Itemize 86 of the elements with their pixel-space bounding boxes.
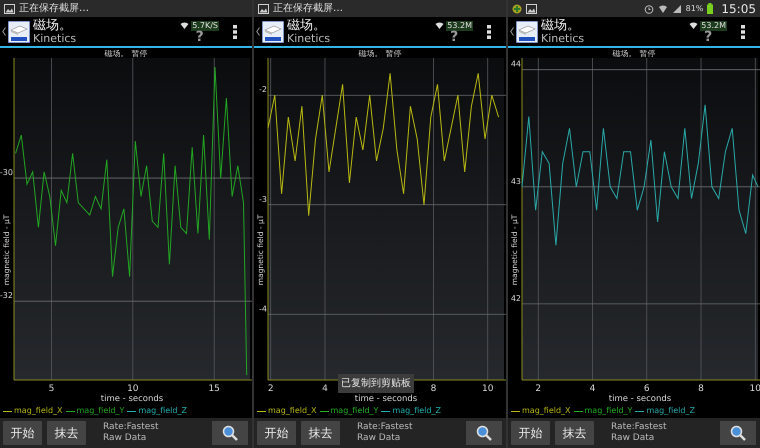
y-tick-label: -4 [259,304,267,314]
legend-label: mag_field_Z [646,405,695,417]
y-tick-label: -2 [259,85,267,94]
x-tick-label: 5 [48,384,54,394]
image-icon [526,4,537,14]
legend-label: mag_field_X [268,405,317,417]
x-tick-label: 8 [430,384,436,394]
y-tick-label: 43 [510,176,521,186]
zoom-button[interactable] [212,421,248,445]
signal-icon [672,4,682,14]
x-tick-label: 10 [482,384,494,394]
back-chevron-icon[interactable] [256,27,260,36]
app-title: 磁场。 [33,18,73,32]
badge-icon [512,4,522,14]
zoom-button[interactable] [466,421,502,445]
control-button[interactable]: 开始 [511,421,550,445]
wifi-icon [658,4,668,14]
app-subtitle: Kinetics [541,32,584,44]
network-speed: 5.7K/S [191,20,219,30]
wifi-icon [180,22,190,29]
legend-label: mag_field_Y [76,405,124,417]
control-button[interactable]: 抹去 [301,421,340,445]
mode-label: Raw Data [611,434,656,443]
overflow-menu-icon[interactable] [487,24,491,38]
back-chevron-icon[interactable] [2,27,6,36]
legend-label: mag_field_Y [584,405,632,417]
battery-percent: 81% [686,2,704,14]
x-tick-label: 10 [127,384,139,394]
y-tick-label: -30 [0,168,13,178]
y-tick-label: 44 [510,60,521,69]
control-button[interactable]: 抹去 [47,421,86,445]
x-tick-label: 15 [208,384,220,394]
rate-label: Rate:Fastest [611,423,667,432]
app-title: 磁场。 [287,18,327,32]
help-button[interactable]: ? [196,30,204,42]
control-button[interactable]: 开始 [3,421,42,445]
legend-label: mag_field_X [522,405,571,417]
y-tick-label: -32 [0,291,13,300]
clock: 15:05 [721,0,756,18]
y-tick-label: -3 [259,194,267,204]
app-icon[interactable] [516,20,538,42]
app-subtitle: Kinetics [287,32,330,44]
x-tick-label: 4 [590,384,596,394]
app-subtitle: Kinetics [33,32,76,44]
legend-label: mag_field_Y [330,405,378,417]
battery-icon [707,3,714,14]
zoom-button[interactable] [720,421,756,445]
status-text: 正在保存截屏… [19,2,89,16]
x-axis-label: time - seconds [354,394,418,404]
network-speed: 53.2M [700,20,727,30]
mode-label: Raw Data [103,434,148,443]
app-title: 磁场。 [541,18,581,32]
network-speed: 53.2M [446,20,473,30]
magnifier-icon [222,425,238,441]
mode-label: Raw Data [357,434,402,443]
magnifier-icon [476,425,492,441]
legend-label: mag_field_Z [138,405,187,417]
rate-label: Rate:Fastest [357,423,413,432]
legend-label: mag_field_X [14,405,63,417]
x-tick-label: 2 [535,384,542,394]
wifi-icon [435,22,444,29]
help-button[interactable]: ? [450,30,458,42]
alarm-icon [644,4,654,14]
x-axis-label: time - seconds [608,394,672,404]
back-chevron-icon[interactable] [510,27,514,36]
app-icon[interactable] [262,20,284,42]
overflow-menu-icon[interactable] [741,24,745,38]
image-icon [4,4,15,14]
image-icon [258,4,269,14]
x-tick-label: 2 [268,384,274,394]
legend-label: mag_field_Z [392,405,441,417]
x-tick-label: 8 [698,384,704,394]
x-tick-label: 4 [322,384,328,394]
magnifier-icon [730,425,746,441]
control-button[interactable]: 开始 [257,421,296,445]
x-axis-label: time - seconds [100,394,164,404]
control-button[interactable]: 抹去 [555,421,594,445]
app-icon[interactable] [8,20,30,42]
x-tick-label: 6 [644,384,650,394]
overflow-menu-icon[interactable] [233,24,237,38]
help-button[interactable]: ? [704,30,712,42]
rate-label: Rate:Fastest [103,423,159,432]
wifi-icon [689,22,698,29]
y-tick-label: 42 [510,294,521,303]
status-text: 正在保存截屏… [273,2,343,16]
toast: 已复制到剪贴板 [338,374,414,393]
